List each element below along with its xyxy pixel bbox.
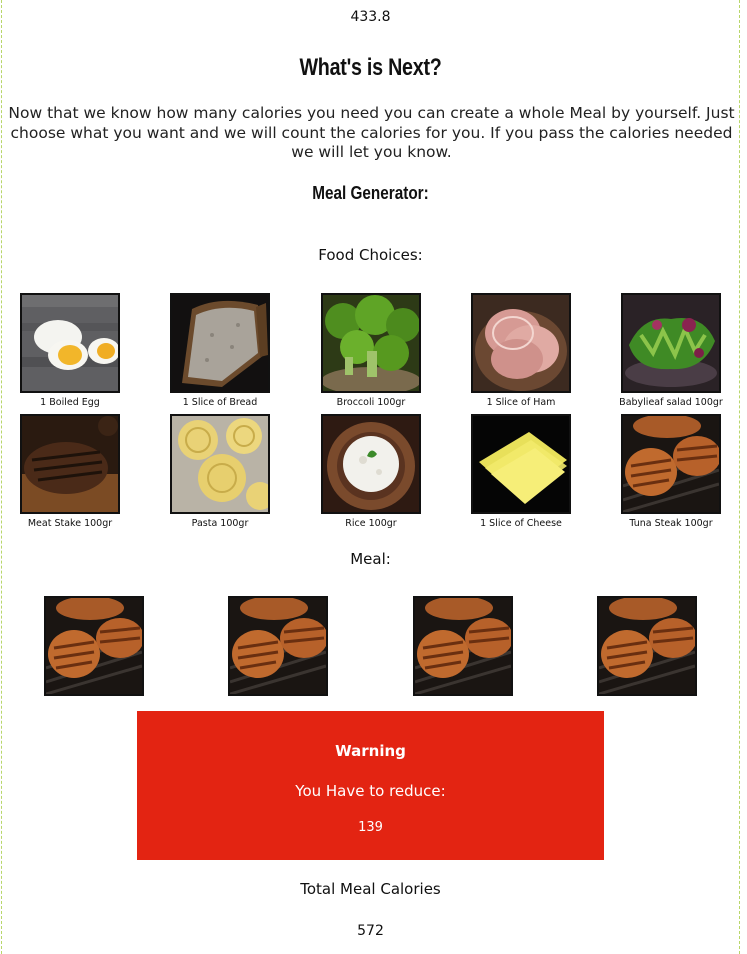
food-choice-meat-steak[interactable]: Meat Stake 100gr [0, 414, 145, 529]
food-choice-boiled-egg[interactable]: 1 Boiled Egg [0, 293, 145, 408]
page-title: What's is Next? [299, 54, 442, 81]
warning-title: Warning [335, 742, 406, 760]
meal-item-tuna-steak-image[interactable] [413, 596, 513, 696]
food-label: 1 Slice of Cheese [480, 518, 562, 529]
meat-steak-image[interactable] [20, 414, 120, 514]
food-label: Babylieaf salad 100gr [619, 397, 723, 408]
food-choice-tuna-steak[interactable]: Tuna Steak 100gr [596, 414, 746, 529]
food-choice-bread[interactable]: 1 Slice of Bread [145, 293, 295, 408]
food-label: Broccoli 100gr [336, 397, 406, 408]
food-label: 1 Slice of Bread [182, 397, 258, 408]
bread-slice-image[interactable] [170, 293, 270, 393]
food-label: 1 Slice of Ham [486, 397, 556, 408]
food-label: Meat Stake 100gr [27, 518, 113, 529]
tuna-steak-image[interactable] [621, 414, 721, 514]
total-meal-calories-value: 572 [357, 923, 384, 939]
salad-image[interactable] [621, 293, 721, 393]
pasta-image[interactable] [170, 414, 270, 514]
food-choice-broccoli[interactable]: Broccoli 100gr [296, 293, 446, 408]
total-meal-calories-heading: Total Meal Calories [300, 880, 441, 898]
warning-message: You Have to reduce: [295, 782, 446, 800]
meal-generator-heading: Meal Generator: [312, 183, 429, 203]
food-label: Rice 100gr [345, 518, 397, 529]
meal-item-tuna-steak-image[interactable] [44, 596, 144, 696]
food-choice-rice[interactable]: Rice 100gr [296, 414, 446, 529]
calories-needed-value: 433.8 [350, 9, 391, 25]
meal-item-tuna-steak-image[interactable] [228, 596, 328, 696]
food-choices-heading: Food Choices: [318, 246, 423, 264]
rice-image[interactable] [321, 414, 421, 514]
broccoli-image[interactable] [321, 293, 421, 393]
food-choice-salad[interactable]: Babylieaf salad 100gr [596, 293, 746, 408]
warning-box: Warning You Have to reduce: 139 [137, 711, 604, 860]
intro-paragraph: Now that we know how many calories you n… [8, 104, 735, 161]
ham-image[interactable] [471, 293, 571, 393]
food-choice-cheese[interactable]: 1 Slice of Cheese [446, 414, 596, 529]
food-label: Tuna Steak 100gr [629, 518, 713, 529]
food-label: Pasta 100gr [191, 518, 249, 529]
food-choice-ham[interactable]: 1 Slice of Ham [446, 293, 596, 408]
boiled-egg-image[interactable] [20, 293, 120, 393]
meal-item-tuna-steak-image[interactable] [597, 596, 697, 696]
food-label: 1 Boiled Egg [40, 397, 100, 408]
cheese-image[interactable] [471, 414, 571, 514]
meal-heading: Meal: [350, 550, 391, 568]
food-choice-pasta[interactable]: Pasta 100gr [145, 414, 295, 529]
warning-reduce-value: 139 [358, 820, 383, 835]
